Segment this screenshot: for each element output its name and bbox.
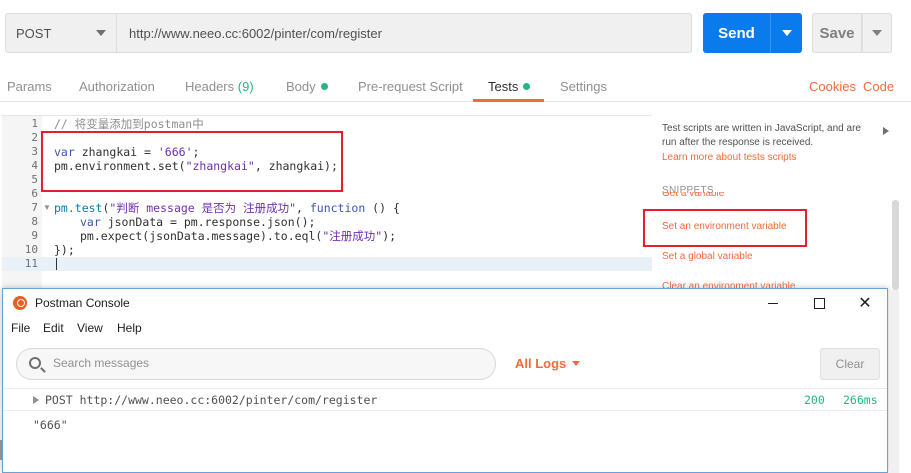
chevron-down-icon [572,361,581,366]
minimize-icon[interactable] [750,289,796,317]
panel-scrollbar[interactable] [892,200,899,290]
line-number: 6 [31,187,38,200]
snippet-set-environment-variable[interactable]: Set an environment variable [662,221,787,232]
menu-help[interactable]: Help [117,321,142,335]
active-tab-indicator [473,99,544,102]
line-number: 10 [24,243,38,256]
line-number: 1 [31,117,38,130]
log-level-filter[interactable]: All Logs [515,356,581,371]
clear-button[interactable]: Clear [820,348,880,380]
line-number: 2 [31,131,38,144]
status-dot-icon [320,83,328,90]
save-options-button[interactable] [862,13,892,53]
line-number: 5 [31,173,38,186]
status-dot-icon [523,83,531,90]
line-number: 7 [31,201,38,214]
line-number: 8 [31,215,38,228]
url-text: http://www.neeo.cc:6002/pinter/com/regis… [129,25,382,41]
line-number: 4 [31,159,38,172]
log-entry-value: "666" [33,418,68,432]
tab-body[interactable]: Body [286,79,328,94]
search-icon [29,357,41,369]
menu-edit[interactable]: Edit [43,321,64,335]
send-options-button[interactable] [770,13,802,53]
chevron-down-icon [872,30,882,36]
url-input[interactable]: http://www.neeo.cc:6002/pinter/com/regis… [117,13,692,53]
tab-settings[interactable]: Settings [560,79,607,94]
tab-authorization[interactable]: Authorization [79,79,155,94]
postman-console-window: Postman Console ✕ File Edit View Help Al… [2,288,888,473]
line-number: 9 [31,229,38,242]
window-title: Postman Console [35,296,130,310]
menu-view[interactable]: View [77,321,103,335]
method-label: POST [16,25,52,41]
menu-file[interactable]: File [11,321,30,335]
code-line: pm.expect(jsonData.message).to.eql("注册成功… [80,229,397,243]
save-button[interactable]: Save [812,13,862,53]
tab-params[interactable]: Params [7,79,52,94]
active-line-highlight [2,257,652,271]
log-status-code: 200 [804,393,825,407]
log-response-time: 266ms [843,393,878,407]
fold-toggle-icon[interactable]: ▼ [43,201,51,215]
snippet-get-variable[interactable]: Get a variable [662,192,724,200]
help-description: Test scripts are written in JavaScript, … [662,123,861,148]
search-box[interactable] [16,348,496,380]
snippets-panel: Test scripts are written in JavaScript, … [655,115,900,290]
background-window-edge [0,440,2,460]
cookies-link[interactable]: Cookies [809,79,856,94]
line-number: 11 [24,257,38,270]
postman-logo-icon [13,296,27,310]
expand-arrow-icon[interactable] [33,396,39,404]
console-scrollbar[interactable] [889,290,899,473]
log-request-text: POST http://www.neeo.cc:6002/pinter/com/… [45,393,378,407]
send-button[interactable]: Send [703,13,770,53]
headers-count: (9) [237,79,254,94]
learn-more-link[interactable]: Learn more about tests scripts [662,152,797,163]
window-titlebar[interactable]: Postman Console ✕ [3,289,887,317]
collapse-panel-icon[interactable] [883,127,889,135]
tab-pre-request-script[interactable]: Pre-request Script [358,79,463,94]
code-line: // 将变量添加到postman中 [54,117,204,131]
close-icon[interactable]: ✕ [842,289,888,317]
log-entry-request[interactable]: POST http://www.neeo.cc:6002/pinter/com/… [3,389,887,411]
method-select[interactable]: POST [5,13,117,53]
highlight-box-variable-code [41,131,343,192]
code-line: pm.test("判断 message 是否为 注册成功", function … [54,201,400,215]
request-tabs: Params Authorization Headers (9) Body Pr… [0,70,911,102]
line-number: 3 [31,145,38,158]
text-cursor [56,258,57,270]
search-input[interactable] [53,356,473,370]
snippet-set-global-variable[interactable]: Set a global variable [662,251,753,262]
code-line: }); [54,243,75,257]
tab-tests[interactable]: Tests [488,79,531,94]
code-link[interactable]: Code [863,79,894,94]
maximize-icon[interactable] [796,289,842,317]
chevron-down-icon [781,30,792,36]
tab-headers[interactable]: Headers (9) [185,79,254,94]
code-line: var jsonData = pm.response.json(); [80,215,316,229]
chevron-down-icon [96,30,106,36]
